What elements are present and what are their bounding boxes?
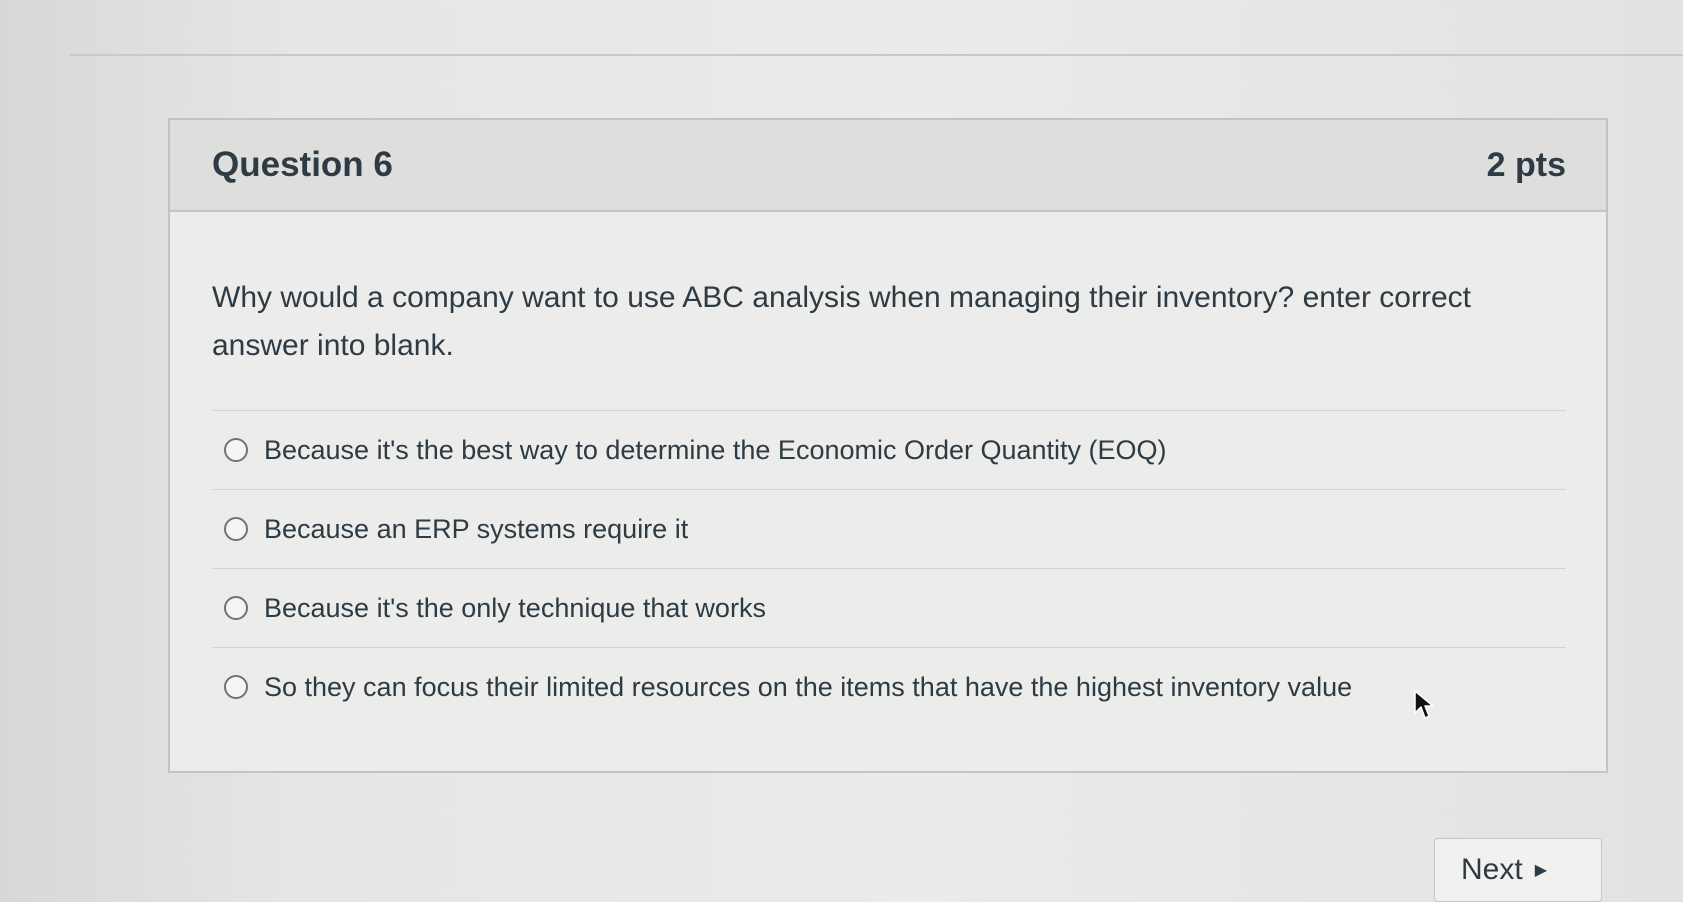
next-button-label: Next [1461,853,1523,886]
answer-option-1[interactable]: Because it's the best way to determine t… [212,411,1566,490]
question-body: Why would a company want to use ABC anal… [170,212,1606,726]
answer-label: Because an ERP systems require it [264,513,689,544]
answer-label: Because it's the only technique that wor… [264,592,766,623]
radio-button-1[interactable] [224,438,248,462]
question-text: Why would a company want to use ABC anal… [212,281,1471,362]
answer-option-3[interactable]: Because it's the only technique that wor… [212,569,1566,648]
mouse-pointer-icon [1414,690,1434,719]
next-button[interactable]: Next ▶ [1434,838,1602,902]
answer-label: So they can focus their limited resource… [264,671,1353,702]
answer-list: Because it's the best way to determine t… [212,410,1566,726]
top-divider [70,54,1683,56]
question-card: Question 6 2 pts Why would a company wan… [168,118,1608,773]
radio-button-2[interactable] [224,517,248,541]
answer-option-4[interactable]: So they can focus their limited resource… [212,648,1566,726]
question-points: 2 pts [1486,145,1566,184]
question-title: Question 6 [212,145,393,184]
triangle-right-icon: ▶ [1534,862,1547,879]
radio-button-4[interactable] [224,675,248,699]
answer-label: Because it's the best way to determine t… [264,434,1167,465]
radio-button-3[interactable] [224,596,248,620]
answer-option-2[interactable]: Because an ERP systems require it [212,490,1566,569]
question-header: Question 6 2 pts [170,120,1606,212]
